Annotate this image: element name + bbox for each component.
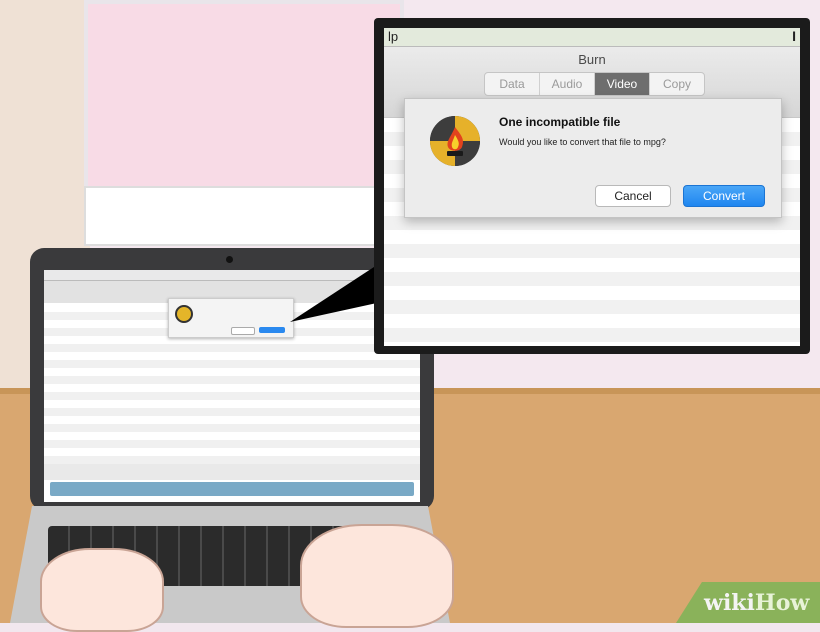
mini-dock xyxy=(50,482,414,496)
dialog-title: One incompatible file xyxy=(499,115,621,129)
tab-video[interactable]: Video xyxy=(595,73,650,95)
wikihow-logo: wikiHow xyxy=(704,590,809,616)
window-sill xyxy=(84,186,404,246)
app-menubar: lp I xyxy=(384,28,800,47)
mini-burn-icon xyxy=(175,305,193,323)
mini-cancel-button xyxy=(231,327,255,335)
webcam xyxy=(226,256,233,263)
tab-copy[interactable]: Copy xyxy=(650,73,704,95)
tab-audio[interactable]: Audio xyxy=(540,73,595,95)
mini-status-area xyxy=(44,464,420,480)
burn-app-icon xyxy=(430,116,480,166)
tab-bar: Data Audio Video Copy xyxy=(484,72,705,96)
left-hand xyxy=(40,548,164,632)
mini-dialog xyxy=(168,298,294,338)
cancel-button[interactable]: Cancel xyxy=(595,185,671,207)
mini-convert-button xyxy=(259,327,285,333)
zoomed-burn-window: lp I Burn Data Audio Video Copy One inco… xyxy=(384,28,800,346)
menubar-edge-glyph: I xyxy=(792,28,796,44)
window-title: Burn xyxy=(578,52,606,67)
logo-part-1: wiki xyxy=(704,590,755,616)
tab-data[interactable]: Data xyxy=(485,73,540,95)
logo-part-2: How xyxy=(754,590,810,616)
right-hand xyxy=(300,524,454,628)
dialog-message: Would you like to convert that file to m… xyxy=(499,137,666,147)
incompatible-file-dialog: One incompatible file Would you like to … xyxy=(404,98,782,218)
convert-button[interactable]: Convert xyxy=(683,185,765,207)
help-menu-fragment[interactable]: lp xyxy=(388,29,398,44)
